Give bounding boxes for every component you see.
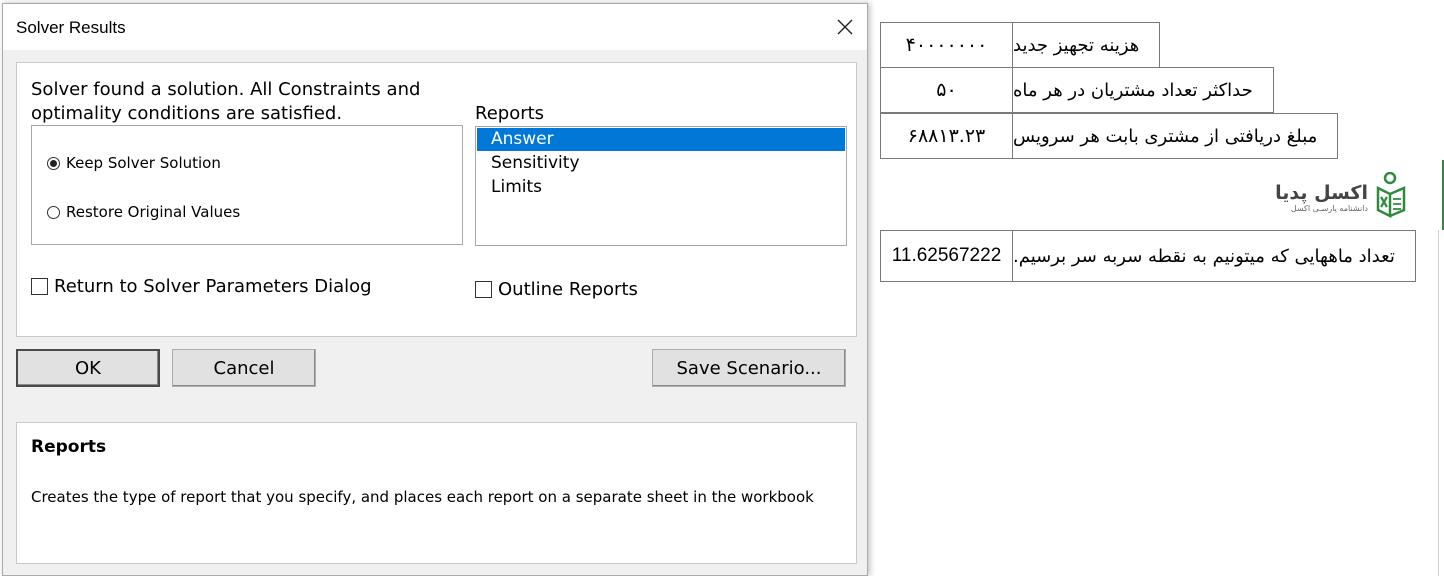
radio-keep-solution[interactable]: Keep Solver Solution [47, 154, 221, 172]
grid-line [1438, 230, 1439, 576]
report-item-limits[interactable]: Limits [477, 176, 845, 199]
result-message-line1: Solver found a solution. All Constraints… [31, 79, 421, 100]
report-item-answer[interactable]: Answer [477, 128, 845, 151]
close-icon [837, 19, 853, 35]
checkbox-box[interactable] [31, 278, 48, 295]
radio-button[interactable] [47, 156, 60, 170]
reports-listbox[interactable]: Answer Sensitivity Limits [475, 126, 847, 246]
result-message-line2: optimality conditions are satisfied. [31, 103, 343, 124]
sheet-row-service-fee[interactable]: ۶۸۸۱۳.۲۳ مبلغ دریافتی از مشتری بابت هر س… [880, 113, 1339, 159]
report-item-sensitivity[interactable]: Sensitivity [477, 152, 845, 175]
return-to-parameters-label: Return to Solver Parameters Dialog [54, 276, 372, 297]
description-title: Reports [31, 437, 107, 457]
cell-label[interactable]: تعداد ماههایی که میتونیم به نقطه سربه سر… [1013, 231, 1415, 281]
save-scenario-button[interactable]: Save Scenario... [652, 349, 846, 387]
logo-title: اکسل پدیا [1275, 181, 1368, 204]
excelpedia-logo: اکسل پدیا دانشنامه پارسـی اکسل [1275, 171, 1412, 222]
logo-subtitle: دانشنامه پارسـی اکسل [1290, 203, 1368, 213]
cell-value[interactable]: 11.62567222 [881, 231, 1013, 281]
title-bar[interactable]: Solver Results [3, 4, 867, 50]
radio-keep-label: Keep Solver Solution [66, 154, 221, 172]
cell-label[interactable]: حداکثر تعداد مشتریان در هر ماه [1013, 68, 1273, 112]
ok-button[interactable]: OK [16, 349, 160, 387]
checkbox-box[interactable] [475, 281, 492, 298]
solution-options-group: Keep Solver Solution Restore Original Va… [31, 125, 463, 245]
sheet-row-equipment-cost[interactable]: ۴۰۰۰۰۰۰۰ هزینه تجهیز جدید [880, 22, 1161, 68]
dialog-title: Solver Results [16, 18, 126, 37]
cell-label[interactable]: هزینه تجهیز جدید [1013, 23, 1159, 67]
solver-results-dialog: Solver Results Solver found a solution. … [2, 3, 868, 576]
return-to-parameters-checkbox[interactable]: Return to Solver Parameters Dialog [31, 276, 372, 297]
spreadsheet: ۴۰۰۰۰۰۰۰ هزینه تجهیز جدید ۵۰ حداکثر تعدا… [870, 0, 1444, 576]
sheet-row-max-customers[interactable]: ۵۰ حداکثر تعداد مشتریان در هر ماه [880, 67, 1274, 113]
cell-value[interactable]: ۵۰ [881, 68, 1013, 112]
radio-restore-label: Restore Original Values [66, 203, 241, 221]
cancel-button[interactable]: Cancel [172, 349, 316, 387]
outline-reports-label: Outline Reports [498, 279, 638, 300]
sheet-row-break-even-months[interactable]: 11.62567222 تعداد ماههایی که میتونیم به … [880, 230, 1416, 282]
radio-restore-values[interactable]: Restore Original Values [47, 203, 240, 221]
description-text: Creates the type of report that you spec… [31, 488, 814, 506]
cell-label[interactable]: مبلغ دریافتی از مشتری بابت هر سرویس [1013, 114, 1337, 158]
outline-reports-checkbox[interactable]: Outline Reports [475, 279, 638, 300]
result-message: Solver found a solution. All Constraints… [31, 78, 420, 126]
reports-label: Reports [475, 103, 545, 124]
close-button[interactable] [827, 10, 863, 44]
cell-value[interactable]: ۴۰۰۰۰۰۰۰ [881, 23, 1013, 67]
cell-value[interactable]: ۶۸۸۱۳.۲۳ [881, 114, 1013, 158]
excel-person-icon [1374, 171, 1412, 222]
radio-button[interactable] [47, 205, 60, 219]
logo-area: اکسل پدیا دانشنامه پارسـی اکسل [880, 160, 1444, 230]
